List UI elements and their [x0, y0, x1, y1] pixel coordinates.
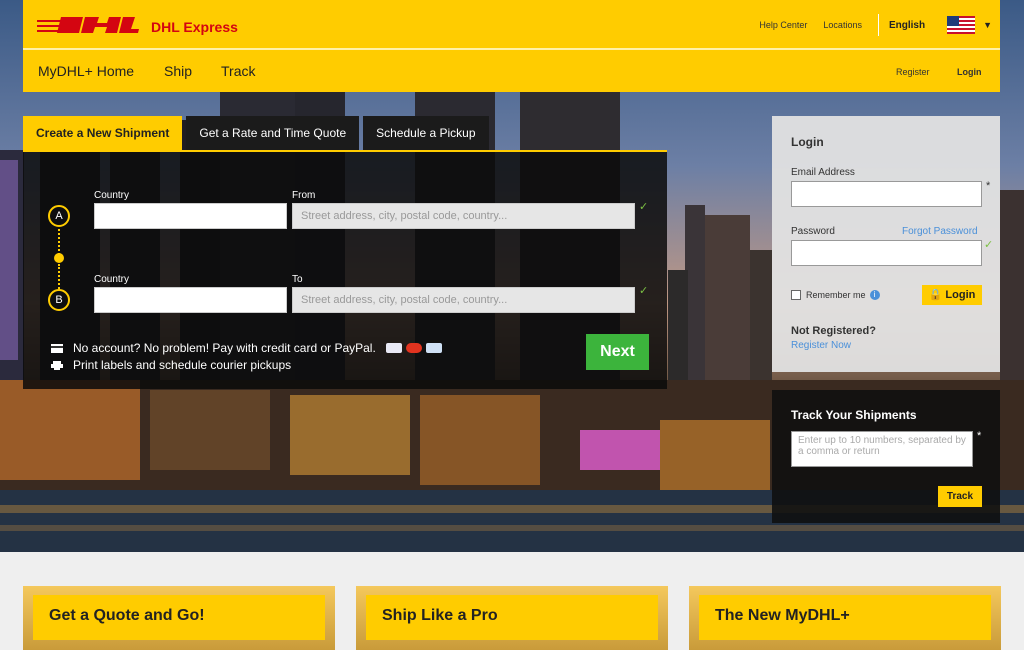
nav-track[interactable]: Track: [221, 63, 255, 79]
promo-title: Ship Like a Pro: [366, 595, 658, 640]
to-country-input[interactable]: [94, 287, 287, 313]
divider: [877, 14, 879, 36]
password-field[interactable]: [791, 240, 982, 266]
required-mark: *: [977, 430, 982, 442]
paypal-icon: [425, 343, 442, 353]
check-icon: ✓: [639, 285, 649, 297]
login-button-label: Login: [945, 289, 976, 301]
brand-text: DHL Express: [151, 19, 238, 35]
dhl-logo[interactable]: [37, 14, 139, 36]
email-field[interactable]: [791, 181, 982, 207]
remember-checkbox[interactable]: [791, 290, 801, 300]
track-title: Track Your Shipments: [791, 408, 917, 422]
login-link[interactable]: Login: [957, 67, 982, 77]
payment-info-text: No account? No problem! Pay with credit …: [73, 341, 376, 355]
login-button[interactable]: 🔒 Login: [922, 285, 982, 305]
tracking-numbers-input[interactable]: Enter up to 10 numbers, separated by a c…: [791, 431, 973, 467]
info-icon[interactable]: i: [869, 290, 880, 300]
tab-schedule-pickup[interactable]: Schedule a Pickup: [363, 116, 489, 150]
route-line: [58, 264, 60, 289]
promo-card[interactable]: The New MyDHL+: [689, 586, 1001, 650]
site-header: DHL Express Help Center Locations Englis…: [23, 0, 1000, 92]
from-address-label: From: [292, 190, 316, 201]
shipment-tabs: Create a New Shipment Get a Rate and Tim…: [23, 116, 493, 150]
register-link[interactable]: Register: [896, 67, 930, 77]
from-address-input[interactable]: Street address, city, postal code, count…: [292, 203, 635, 229]
main-nav: MyDHL+ Home Ship Track Register Login: [23, 52, 1000, 92]
to-address-label: To: [292, 274, 303, 285]
from-country-label: Country: [94, 190, 130, 201]
nav-ship[interactable]: Ship: [164, 63, 192, 79]
tab-create-shipment[interactable]: Create a New Shipment: [23, 116, 183, 150]
tab-rate-quote[interactable]: Get a Rate and Time Quote: [186, 116, 360, 150]
remember-me[interactable]: Remember me i: [791, 290, 880, 300]
password-label: Password: [791, 226, 835, 237]
us-flag-icon[interactable]: [947, 16, 976, 34]
promo-card[interactable]: Get a Quote and Go!: [23, 586, 335, 650]
nav-mydhl-home[interactable]: MyDHL+ Home: [38, 63, 134, 79]
track-button[interactable]: Track: [938, 486, 982, 507]
header-top-bar: DHL Express Help Center Locations Englis…: [23, 0, 1000, 50]
forgot-password-link[interactable]: Forgot Password: [902, 226, 978, 237]
promo-title: Get a Quote and Go!: [33, 595, 325, 640]
login-title: Login: [791, 135, 824, 149]
utility-links: Help Center Locations English ▼: [759, 0, 1000, 50]
language-selector[interactable]: English: [889, 20, 925, 31]
required-mark: *: [986, 180, 991, 192]
marker-b: B: [48, 289, 70, 311]
shipment-form: A B Country From Street address, city, p…: [23, 150, 667, 389]
help-center-link[interactable]: Help Center: [759, 20, 807, 30]
payment-info: No account? No problem! Pay with credit …: [51, 341, 442, 355]
print-info: Print labels and schedule courier pickup…: [51, 358, 291, 372]
remember-label: Remember me: [806, 290, 866, 300]
promo-title: The New MyDHL+: [699, 595, 991, 640]
track-panel: Track Your Shipments Enter up to 10 numb…: [772, 390, 1000, 523]
not-registered-text: Not Registered?: [791, 325, 876, 337]
next-button[interactable]: Next: [586, 334, 649, 370]
register-now-link[interactable]: Register Now: [791, 340, 851, 351]
route-dot: [54, 253, 64, 263]
email-label: Email Address: [791, 167, 855, 178]
mastercard-icon: [405, 343, 422, 353]
login-panel: Login Email Address * Password Forgot Pa…: [772, 116, 1000, 372]
check-icon: ✓: [984, 239, 994, 251]
credit-card-icon: [51, 343, 63, 353]
to-country-label: Country: [94, 274, 130, 285]
print-info-text: Print labels and schedule courier pickup…: [73, 358, 292, 372]
to-address-input[interactable]: Street address, city, postal code, count…: [292, 287, 635, 313]
marker-a: A: [48, 205, 70, 227]
locations-link[interactable]: Locations: [823, 20, 862, 30]
printer-icon: [51, 360, 63, 370]
visa-icon: [385, 343, 402, 353]
chevron-down-icon[interactable]: ▼: [983, 20, 992, 30]
promo-card[interactable]: Ship Like a Pro: [356, 586, 668, 650]
check-icon: ✓: [639, 201, 649, 213]
from-country-input[interactable]: [94, 203, 287, 229]
